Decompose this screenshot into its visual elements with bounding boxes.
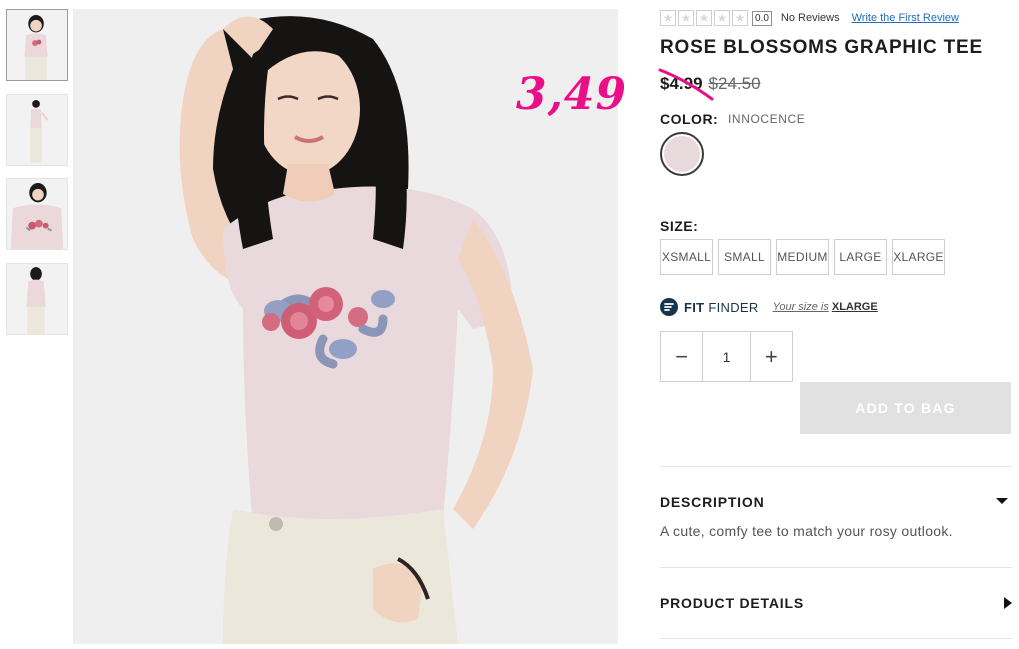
thumbnail-detail[interactable] [6,178,68,250]
star-icon: ★ [678,10,694,26]
fit-finder-size-value: XLARGE [831,301,878,313]
size-option-large[interactable]: LARGE [834,239,887,275]
thumbnail-full-body[interactable] [6,94,68,166]
section-divider [660,638,1012,639]
size-option-small[interactable]: SMALL [718,239,771,275]
star-icon: ★ [732,10,748,26]
caret-down-icon[interactable] [995,494,1009,508]
fit-finder-size-link[interactable]: Your size is XLARGE [773,301,878,313]
fit-finder-fit-label: FIT [684,299,705,315]
original-price: $24.50 [708,74,761,93]
fit-finder-icon [660,298,678,316]
quantity-decrease-button[interactable]: − [661,332,702,381]
size-option-xlarge[interactable]: XLARGE [892,239,945,275]
color-swatch-innocence[interactable] [660,132,704,176]
product-details-heading[interactable]: PRODUCT DETAILS [660,595,804,611]
quantity-stepper: − 1 + [660,331,793,382]
section-divider [660,466,1012,467]
swatch-fill [664,136,700,172]
star-icon: ★ [714,10,730,26]
rating-value: 0.0 [752,10,772,26]
fit-finder-finder-label: FINDER [708,299,759,315]
add-to-bag-button[interactable]: ADD TO BAG [800,382,1011,434]
product-title: ROSE BLOSSOMS GRAPHIC TEE [660,37,983,58]
description-heading[interactable]: DESCRIPTION [660,494,764,510]
size-label: SIZE: [660,218,699,234]
size-option-xsmall[interactable]: XSMALL [660,239,713,275]
color-name: INNOCENCE [728,112,806,126]
fit-finder-size-text: Your size is [772,301,829,313]
fit-finder: FIT FINDER Your size is XLARGE [660,298,878,316]
size-option-medium[interactable]: MEDIUM [776,239,829,275]
write-review-link[interactable]: Write the First Review [852,12,959,24]
quantity-value[interactable]: 1 [702,332,751,381]
star-icon: ★ [660,10,676,26]
price-strikethrough-mark [658,68,714,101]
section-divider [660,567,1012,568]
description-text: A cute, comfy tee to match your rosy out… [660,523,953,539]
thumbnail-back[interactable] [6,263,68,335]
review-summary: ★ ★ ★ ★ ★ 0.0 No Reviews Write the First… [660,9,959,27]
color-label: COLOR: [660,111,719,127]
size-selector: XSMALL SMALL MEDIUM LARGE XLARGE [660,239,945,275]
thumbnail-front[interactable] [6,9,68,81]
quantity-increase-button[interactable]: + [751,332,792,381]
review-count: No Reviews [780,12,840,24]
overlay-price-annotation: 3,49 [516,69,628,120]
star-icon: ★ [696,10,712,26]
caret-right-icon[interactable] [1002,596,1014,610]
